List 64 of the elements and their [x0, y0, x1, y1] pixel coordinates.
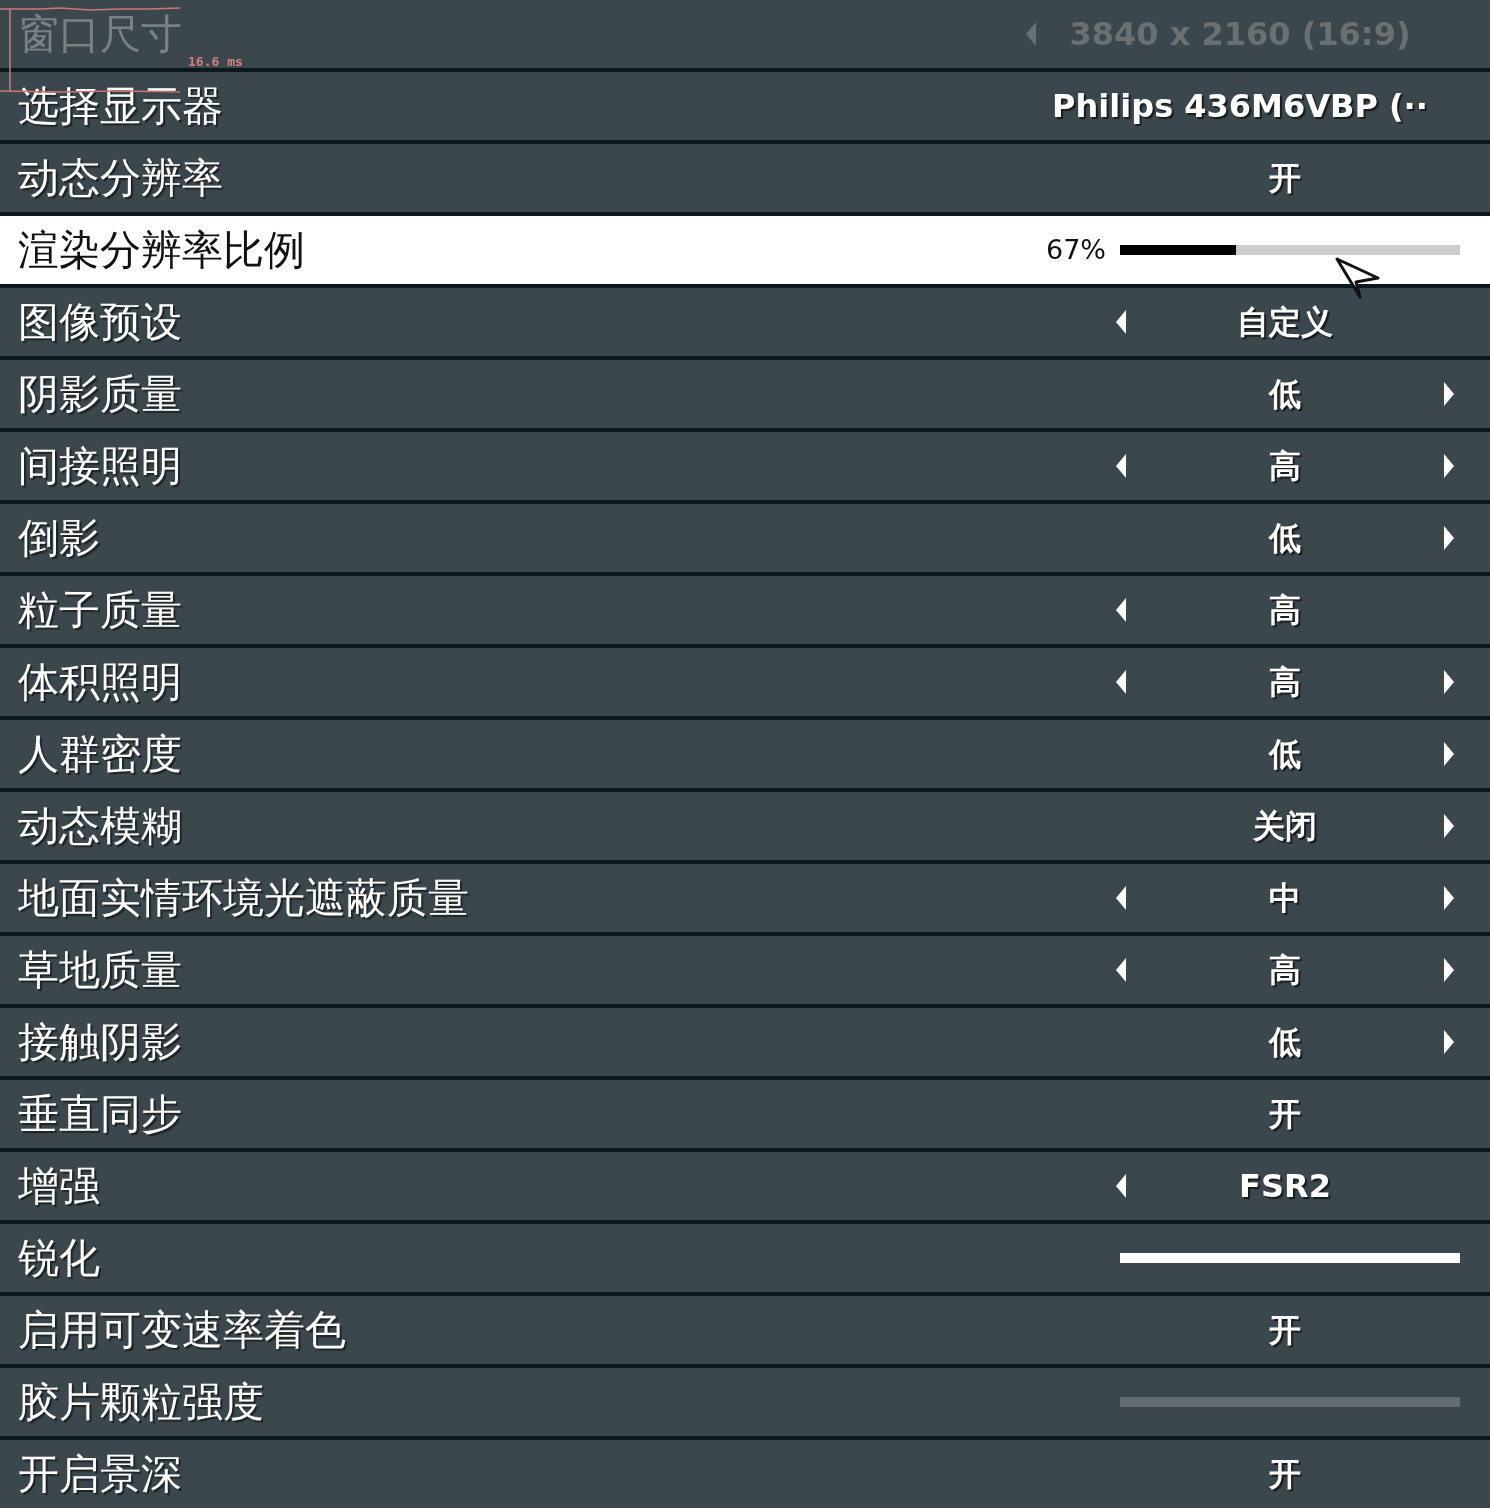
- setting-label: 接触阴影: [18, 1021, 182, 1063]
- setting-value: 开: [1268, 1454, 1302, 1495]
- setting-label: 地面实情环境光遮蔽质量: [18, 877, 469, 919]
- settings-row[interactable]: 间接照明 高: [0, 432, 1490, 500]
- setting-value: 低: [1267, 1022, 1302, 1063]
- settings-row[interactable]: 阴影质量 低: [0, 360, 1490, 428]
- setting-label: 增强: [18, 1165, 100, 1207]
- setting-value: 高: [1268, 446, 1302, 487]
- setting-value: 关闭: [1252, 806, 1318, 847]
- mouse-cursor-icon: [1334, 256, 1382, 300]
- settings-row[interactable]: 倒影 低: [0, 504, 1490, 572]
- slider-fill[interactable]: [1120, 1253, 1460, 1263]
- settings-row[interactable]: 胶片颗粒强度: [0, 1368, 1490, 1436]
- settings-row[interactable]: 锐化: [0, 1224, 1490, 1292]
- slider-reading: 67%: [1046, 232, 1106, 267]
- settings-row[interactable]: 开启景深 开: [0, 1440, 1490, 1508]
- slider-fill[interactable]: [1120, 245, 1236, 255]
- settings-row[interactable]: 图像预设 自定义: [0, 288, 1490, 356]
- setting-label: 胶片颗粒强度: [18, 1381, 264, 1423]
- setting-label: 动态模糊: [18, 805, 182, 847]
- setting-label: 图像预设: [18, 301, 182, 343]
- setting-label: 人群密度: [18, 733, 182, 775]
- setting-label: 动态分辨率: [18, 157, 223, 199]
- settings-row[interactable]: 体积照明 高: [0, 648, 1490, 716]
- setting-value: 高: [1268, 662, 1302, 703]
- setting-label: 草地质量: [18, 949, 182, 991]
- settings-row[interactable]: 接触阴影 低: [0, 1008, 1490, 1076]
- setting-label: 间接照明: [18, 445, 182, 487]
- setting-value: 开: [1268, 1310, 1302, 1351]
- setting-value: Philips 436M6VBP (··: [1051, 86, 1429, 127]
- settings-row[interactable]: 增强 FSR2: [0, 1152, 1490, 1220]
- settings-row[interactable]: 选择显示器 Philips 436M6VBP (··: [0, 72, 1490, 140]
- setting-value: 自定义: [1236, 302, 1334, 343]
- setting-label: 开启景深: [18, 1453, 182, 1495]
- settings-row[interactable]: 地面实情环境光遮蔽质量 中: [0, 864, 1490, 932]
- slider-track[interactable]: [1120, 1397, 1460, 1407]
- setting-value: 高: [1268, 590, 1302, 631]
- settings-row[interactable]: 草地质量 高: [0, 936, 1490, 1004]
- setting-value: 开: [1268, 158, 1302, 199]
- settings-row[interactable]: 粒子质量 高: [0, 576, 1490, 644]
- setting-value: 低: [1267, 734, 1302, 775]
- setting-value: 高: [1268, 950, 1302, 991]
- slider-track[interactable]: [1120, 245, 1460, 255]
- setting-value: 低: [1267, 374, 1302, 415]
- setting-label: 渲染分辨率比例: [18, 229, 305, 271]
- setting-value: 低: [1267, 518, 1302, 559]
- settings-row[interactable]: 启用可变速率着色 开: [0, 1296, 1490, 1364]
- setting-label: 选择显示器: [18, 85, 223, 127]
- setting-value: 中: [1268, 878, 1302, 919]
- setting-value: FSR2: [1238, 1166, 1332, 1207]
- setting-label: 倒影: [18, 517, 100, 559]
- settings-row[interactable]: 人群密度 低: [0, 720, 1490, 788]
- setting-label: 粒子质量: [18, 589, 182, 631]
- settings-row[interactable]: 垂直同步 开: [0, 1080, 1490, 1148]
- settings-row[interactable]: 动态模糊 关闭: [0, 792, 1490, 860]
- settings-row[interactable]: 动态分辨率 开: [0, 144, 1490, 212]
- setting-value: 开: [1268, 1094, 1302, 1135]
- frame-time-readout: 16.6 ms: [188, 53, 243, 71]
- setting-label: 体积照明: [18, 661, 182, 703]
- setting-label: 窗口尺寸: [18, 13, 182, 55]
- setting-label: 垂直同步: [18, 1093, 182, 1135]
- setting-label: 阴影质量: [18, 373, 182, 415]
- setting-label: 启用可变速率着色: [18, 1309, 346, 1351]
- setting-label: 锐化: [18, 1237, 100, 1279]
